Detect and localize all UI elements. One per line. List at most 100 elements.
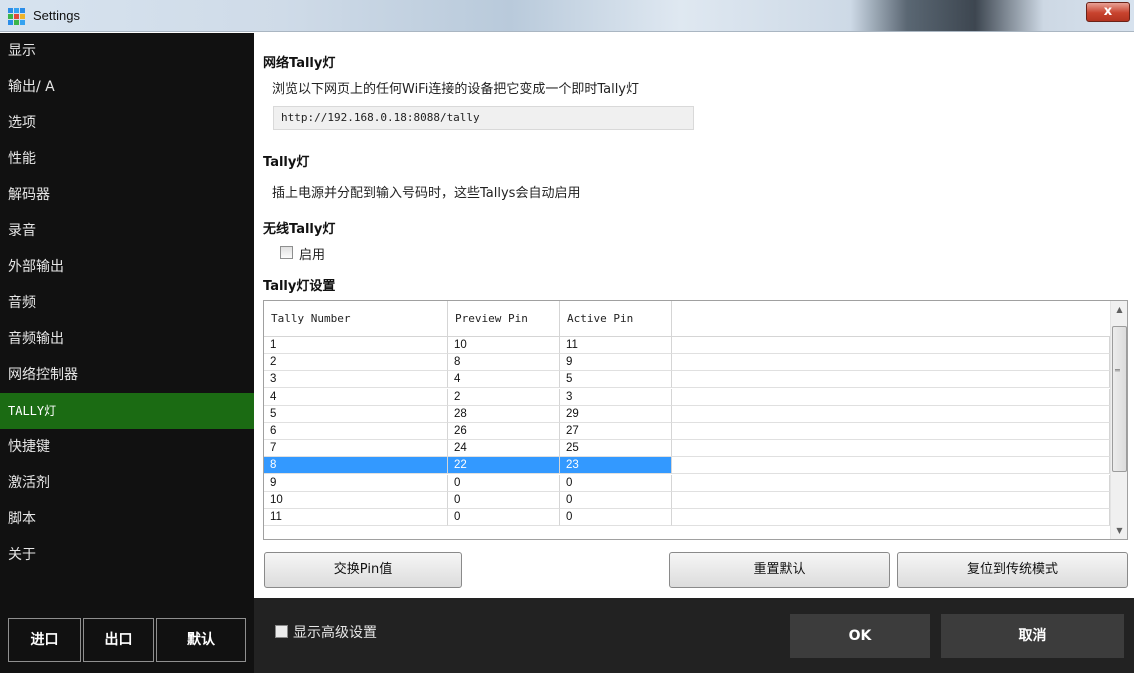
cell-preview-pin: 24 (448, 440, 560, 458)
sidebar-item-recording[interactable]: 录音 (0, 213, 254, 249)
network-tally-heading: 网络Tally灯 (263, 56, 336, 71)
cell-active-pin: 3 (560, 388, 672, 406)
column-header-preview-pin[interactable]: Preview Pin (448, 301, 560, 337)
sidebar-item-display[interactable]: 显示 (0, 33, 254, 69)
cell-active-pin: 5 (560, 371, 672, 389)
wireless-enable-checkbox[interactable] (280, 246, 293, 259)
table-row[interactable]: 423 (264, 388, 1110, 406)
cell-active-pin: 23 (560, 457, 672, 475)
tally-heading: Tally灯 (263, 155, 310, 170)
cell-tally-number: 7 (264, 440, 448, 458)
cell-empty (672, 440, 1110, 458)
show-advanced-checkbox[interactable] (275, 625, 288, 638)
show-advanced-label: 显示高级设置 (293, 625, 377, 641)
column-header-tally-number[interactable]: Tally Number (264, 301, 448, 337)
sidebar-item-audio[interactable]: 音频 (0, 285, 254, 321)
network-tally-description: 浏览以下网页上的任何WiFi连接的设备把它变成一个即时Tally灯 (272, 82, 639, 97)
table-row[interactable]: 8 22 23 (264, 457, 1110, 475)
table-row[interactable]: 11 0 0 (264, 509, 1110, 526)
cell-empty (672, 491, 1110, 509)
cell-empty (672, 354, 1110, 372)
table-row[interactable]: 345 (264, 371, 1110, 389)
sidebar-item-network-controller[interactable]: 网络控制器 (0, 357, 254, 393)
cell-tally-number: 1 (264, 337, 448, 354)
table-row[interactable]: 289 (264, 354, 1110, 372)
table-row[interactable]: 10 0 0 (264, 491, 1110, 509)
import-button[interactable]: 进口 (8, 618, 81, 662)
wireless-tally-heading: 无线Tally灯 (263, 222, 336, 237)
sidebar-item-shortcuts[interactable]: 快捷键 (0, 429, 254, 465)
table-header: Tally Number Preview Pin Active Pin (264, 301, 1110, 337)
sidebar-item-activators[interactable]: 激活剂 (0, 465, 254, 501)
cell-tally-number: 5 (264, 405, 448, 423)
cell-empty (672, 388, 1110, 406)
cell-active-pin: 25 (560, 440, 672, 458)
cell-preview-pin: 8 (448, 354, 560, 372)
cell-empty (672, 457, 1110, 475)
export-button[interactable]: 出口 (83, 618, 154, 662)
cell-empty (672, 405, 1110, 423)
app-grid-icon (8, 8, 25, 25)
sidebar-item-tally[interactable]: TALLY灯 (0, 393, 254, 429)
sidebar-item-decoder[interactable]: 解码器 (0, 177, 254, 213)
cancel-button[interactable]: 取消 (941, 614, 1124, 658)
tally-table[interactable]: Tally Number Preview Pin Active Pin 1 10 1… (263, 300, 1128, 540)
cell-active-pin: 0 (560, 509, 672, 526)
sidebar: 显示 输出/ A 选项 性能 解码器 录音 外部输出 音频 音频输出 网络控制器… (0, 33, 254, 673)
ok-button[interactable]: OK (790, 614, 930, 658)
cell-empty (672, 423, 1110, 440)
cell-tally-number: 8 (264, 457, 448, 475)
scroll-down-icon[interactable]: ▼ (1111, 522, 1127, 539)
scroll-grip-icon: ═ (1115, 366, 1120, 375)
cell-empty (672, 337, 1110, 354)
table-row[interactable]: 1 10 11 (264, 337, 1110, 354)
table-row[interactable]: 7 24 25 (264, 440, 1110, 458)
cell-preview-pin: 0 (448, 491, 560, 509)
close-button[interactable]: x (1086, 2, 1130, 22)
cell-preview-pin: 0 (448, 509, 560, 526)
tally-url-field[interactable]: http://192.168.0.18:8088/tally (273, 106, 694, 130)
swap-pin-button[interactable]: 交换Pin值 (264, 552, 462, 588)
close-icon: x (1103, 4, 1113, 19)
cell-preview-pin: 4 (448, 371, 560, 389)
cell-tally-number: 9 (264, 474, 448, 492)
cell-active-pin: 27 (560, 423, 672, 440)
cell-tally-number: 6 (264, 423, 448, 440)
reset-legacy-button[interactable]: 复位到传统模式 (897, 552, 1128, 588)
tally-description: 插上电源并分配到输入号码时，这些Tallys会自动启用 (272, 186, 581, 201)
wireless-enable-label: 启用 (299, 248, 326, 263)
cell-tally-number: 3 (264, 371, 448, 389)
sidebar-item-audio-output[interactable]: 音频输出 (0, 321, 254, 357)
cell-active-pin: 29 (560, 405, 672, 423)
default-button[interactable]: 默认 (156, 618, 246, 662)
scroll-thumb[interactable] (1112, 326, 1127, 472)
table-scrollbar[interactable]: ▲ ═ ▼ (1110, 301, 1127, 539)
reset-default-button[interactable]: 重置默认 (669, 552, 890, 588)
cell-active-pin: 0 (560, 491, 672, 509)
cell-tally-number: 4 (264, 388, 448, 406)
tally-settings-heading: Tally灯设置 (263, 279, 336, 294)
table-row[interactable]: 6 26 27 (264, 423, 1110, 440)
cell-empty (672, 474, 1110, 492)
sidebar-item-performance[interactable]: 性能 (0, 141, 254, 177)
sidebar-item-scripts[interactable]: 脚本 (0, 501, 254, 537)
table-row[interactable]: 5 28 29 (264, 405, 1110, 423)
cell-active-pin: 9 (560, 354, 672, 372)
sidebar-item-options[interactable]: 选项 (0, 105, 254, 141)
sidebar-item-external-output[interactable]: 外部输出 (0, 249, 254, 285)
cell-tally-number: 2 (264, 354, 448, 372)
title-bar[interactable]: Settings x (0, 0, 1134, 32)
sidebar-item-about[interactable]: 关于 (0, 537, 254, 573)
scroll-up-icon[interactable]: ▲ (1111, 301, 1127, 318)
cell-empty (672, 509, 1110, 526)
cell-preview-pin: 28 (448, 405, 560, 423)
table-row[interactable]: 900 (264, 474, 1110, 492)
cell-active-pin: 11 (560, 337, 672, 354)
window-title: Settings (33, 8, 80, 23)
column-header-active-pin[interactable]: Active Pin (560, 301, 672, 337)
cell-preview-pin: 0 (448, 474, 560, 492)
cell-preview-pin: 10 (448, 337, 560, 354)
cell-empty (672, 371, 1110, 389)
sidebar-item-output[interactable]: 输出/ A (0, 69, 254, 105)
cell-tally-number: 10 (264, 491, 448, 509)
